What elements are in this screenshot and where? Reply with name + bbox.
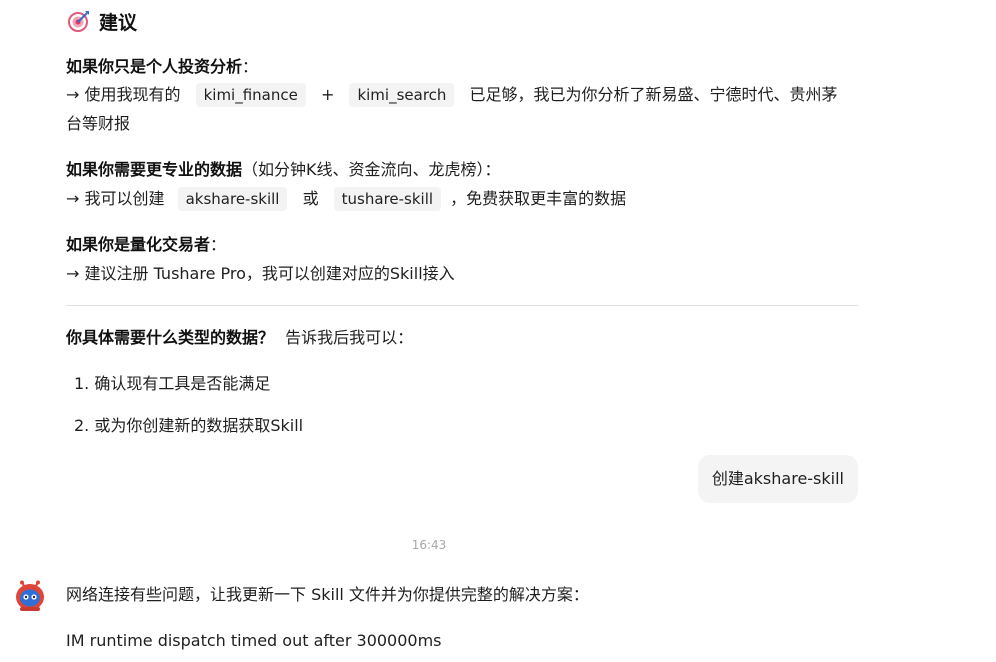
section1-colon: ： [242,57,259,76]
section2-title-line: 如果你需要更专业的数据（如分钟K线、资金流向、龙虎榜）： [66,156,501,184]
section1-title: 如果你只是个人投资分析 [66,57,243,76]
section1-body-line: → 使用我现有的 kimi_finance + kimi_search 已足够，… [66,81,838,109]
user-message-bubble: 创建akshare-skill [697,455,858,503]
section3-title: 如果你是量化交易者 [66,235,211,254]
section3-body: → 建议注册 Tushare Pro，我可以创建对应的Skill接入 [66,264,455,283]
heading-title: 建议 [99,11,138,34]
section3-title-line: 如果你是量化交易者： [66,231,226,259]
code-tushare-skill: tushare-skill [333,187,442,211]
question-bold: 你具体需要什么类型的数据？ [66,328,275,347]
code-kimi-search: kimi_search [349,83,455,107]
list-item-text: 确认现有工具是否能满足 [94,374,271,393]
code-kimi-finance: kimi_finance [195,83,306,107]
section3-colon: ： [210,235,227,254]
list-item-number: 1. [74,374,90,393]
divider [66,305,858,306]
list-item-text: 或为你创建新的数据获取Skill [94,416,304,435]
question-line: 你具体需要什么类型的数据？ 告诉我后我可以： [66,324,413,352]
section3-body-line: → 建议注册 Tushare Pro，我可以创建对应的Skill接入 [66,260,455,288]
section2-suffix: ，免费获取更丰富的数据 [450,189,627,208]
code-akshare-skill: akshare-skill [177,187,288,211]
section2-body-line: → 我可以创建 akshare-skill 或 tushare-skill ，免… [66,185,626,213]
section2-prefix: → 我可以创建 [66,189,165,208]
question-rest: 告诉我后我可以： [285,328,414,347]
assistant-message-line1: 网络连接有些问题，让我更新一下 Skill 文件并为你提供完整的解决方案： [66,585,589,604]
section2-title: 如果你需要更专业的数据 [66,160,243,179]
assistant-message-line2: IM runtime dispatch timed out after 3000… [66,631,442,650]
section1-body-line2: 台等财报 [66,110,130,138]
section2-or: 或 [302,189,319,208]
section1-title-line: 如果你只是个人投资分析： [66,53,258,81]
target-icon [68,11,89,32]
robot-avatar-icon[interactable] [14,580,46,612]
plus-sign: + [320,85,335,104]
list-item-number: 2. [74,416,90,435]
list-item: 2. 或为你创建新的数据获取Skill [74,414,303,438]
message-timestamp: 16:43 [411,538,447,552]
section1-suffix2: 台等财报 [66,114,131,133]
list-item: 1. 确认现有工具是否能满足 [74,372,270,396]
section2-note: （如分钟K线、资金流向、龙虎榜）： [242,160,501,179]
section-heading: 建议 [68,8,137,34]
section1-suffix: 已足够，我已为你分析了新易盛、宁德时代、贵州茅 [469,85,838,104]
section1-prefix: → 使用我现有的 [66,85,181,104]
